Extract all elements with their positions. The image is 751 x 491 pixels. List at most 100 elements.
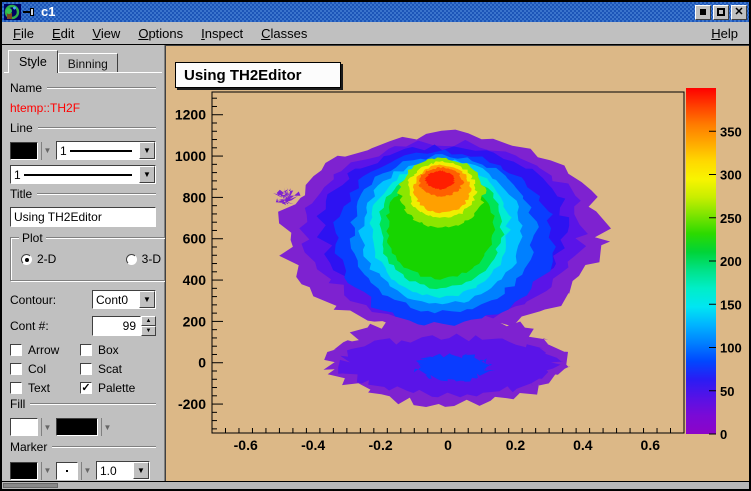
contour-count-label: Cont #: [10,319,92,333]
checkbox-box [80,363,92,375]
radio-3d-label: 3-D [142,252,161,266]
marker-dot-icon [66,470,68,472]
checkbox-scat[interactable]: Scat [80,362,156,376]
y-tick-label: 1200 [175,107,206,123]
marker-section: Marker ▼ ▼ 1.0 ▼ [10,440,156,480]
separator-line [52,446,156,448]
checkbox-label: Arrow [28,343,59,357]
th2-editor-panel: Style Binning Name htemp::TH2F Line [2,45,165,481]
checkbox-palette[interactable]: ✓ Palette [80,381,156,395]
title-section: Title [10,187,156,227]
frame-fill-dropdown-arrow-icon[interactable]: ▼ [101,418,113,436]
minimize-icon [700,9,706,15]
radio-2d-circle [21,254,32,265]
x-tick-label: 0.4 [573,437,593,453]
fill-section: Fill ▼ ▼ [10,397,156,436]
contour-count-spinbox[interactable]: 99 ▲ ▼ [92,316,156,336]
x-tick-label: 0.2 [506,437,526,453]
plot-groupbox: Plot 2-D 3-D [10,237,172,281]
spin-up-icon[interactable]: ▲ [141,316,156,326]
separator-line [38,127,156,129]
x-tick-label: 0.6 [641,437,661,453]
y-tick-label: -200 [178,396,206,412]
horizontal-scrollbar[interactable] [2,481,749,489]
window-pin-icon[interactable] [23,7,37,17]
canvas-pad[interactable]: Using TH2Editor -0.6-0.4-0.200.20.40.6-2… [165,45,749,481]
x-tick-label: -0.2 [369,437,393,453]
radio-3d[interactable]: 3-D [126,252,161,266]
titlebar[interactable]: c1 ✕ [2,2,749,22]
menu-options[interactable]: Options [129,24,192,43]
checkbox-box-opt[interactable]: Box [80,343,156,357]
y-tick-label: 200 [183,313,207,329]
line-section: Line ▼ 1 ▼ 1 ▼ [10,121,156,184]
close-button[interactable]: ✕ [731,5,747,20]
y-tick-label: 0 [198,355,206,371]
marker-style-dropdown-arrow-icon[interactable]: ▼ [81,462,93,480]
line-label: Line [10,121,38,135]
checkbox-box [10,344,22,356]
checkbox-arrow[interactable]: Arrow [10,343,80,357]
y-tick-label: 800 [183,189,207,205]
combo-arrow-icon[interactable]: ▼ [139,291,155,308]
checkbox-box [10,382,22,394]
palette-tick-label: 150 [720,297,742,312]
radio-3d-circle [126,254,137,265]
scrollbar-thumb[interactable] [3,483,58,488]
plot-group-label: Plot [19,231,46,245]
menu-classes[interactable]: Classes [252,24,316,43]
palette-tick-label: 250 [720,211,742,226]
menu-file[interactable]: File [4,24,43,43]
palette-tick-label: 300 [720,168,742,183]
line-style-preview [70,150,132,152]
maximize-button[interactable] [713,5,729,20]
line-width-preview [24,174,132,176]
contour-label: Contour: [10,293,92,307]
menu-view[interactable]: View [83,24,129,43]
tab-style[interactable]: Style [8,50,58,73]
combo-arrow-icon[interactable]: ▼ [139,142,155,159]
combo-arrow-icon[interactable]: ▼ [139,166,155,183]
checkbox-label: Box [98,343,119,357]
checkbox-label: Scat [98,362,122,376]
marker-size-combo[interactable]: 1.0 ▼ [96,461,150,480]
menu-inspect[interactable]: Inspect [192,24,252,43]
histogram-title-box[interactable]: Using TH2Editor [175,62,341,88]
checkbox-text[interactable]: Text [10,381,80,395]
line-width-combo[interactable]: 1 ▼ [10,165,156,184]
contour-count-row: Cont #: 99 ▲ ▼ [10,316,156,336]
line-color-dropdown-arrow-icon[interactable]: ▼ [41,142,53,160]
line-style-value: 1 [60,144,67,158]
close-icon: ✕ [734,7,743,18]
contour-combo[interactable]: Cont0 ▼ [92,290,156,309]
y-tick-label: 600 [183,231,207,247]
marker-color-swatch[interactable] [10,462,38,480]
checkbox-col[interactable]: Col [10,362,80,376]
histogram-plot[interactable]: -0.6-0.4-0.200.20.40.6-20002004006008001… [165,45,749,481]
marker-color-dropdown-arrow-icon[interactable]: ▼ [41,462,53,480]
contour-count-value[interactable]: 99 [92,316,141,336]
frame-fill-color-swatch[interactable] [56,418,98,436]
menu-edit[interactable]: Edit [43,24,83,43]
spin-down-icon[interactable]: ▼ [141,326,156,336]
marker-style-swatch[interactable] [56,462,78,480]
line-style-combo[interactable]: 1 ▼ [56,141,156,160]
radio-2d[interactable]: 2-D [21,252,56,266]
fill-color-swatch[interactable] [10,418,38,436]
name-section: Name htemp::TH2F [10,81,156,115]
y-tick-label: 1000 [175,148,206,164]
combo-arrow-icon[interactable]: ▼ [133,462,149,479]
line-color-swatch[interactable] [10,142,38,160]
root-canvas-window: c1 ✕ File Edit View Options Inspect Clas… [0,0,751,491]
fill-color-dropdown-arrow-icon[interactable]: ▼ [41,418,53,436]
minimize-button[interactable] [695,5,711,20]
checkbox-box: ✓ [80,382,92,394]
checkbox-label: Palette [98,381,135,395]
tab-binning[interactable]: Binning [58,53,118,73]
menu-help[interactable]: Help [702,24,747,43]
line-width-value: 1 [14,168,21,182]
window-title: c1 [41,3,693,21]
histogram-name-value: htemp::TH2F [10,101,156,115]
contour-row: Contour: Cont0 ▼ [10,290,156,309]
title-input[interactable] [10,207,156,227]
